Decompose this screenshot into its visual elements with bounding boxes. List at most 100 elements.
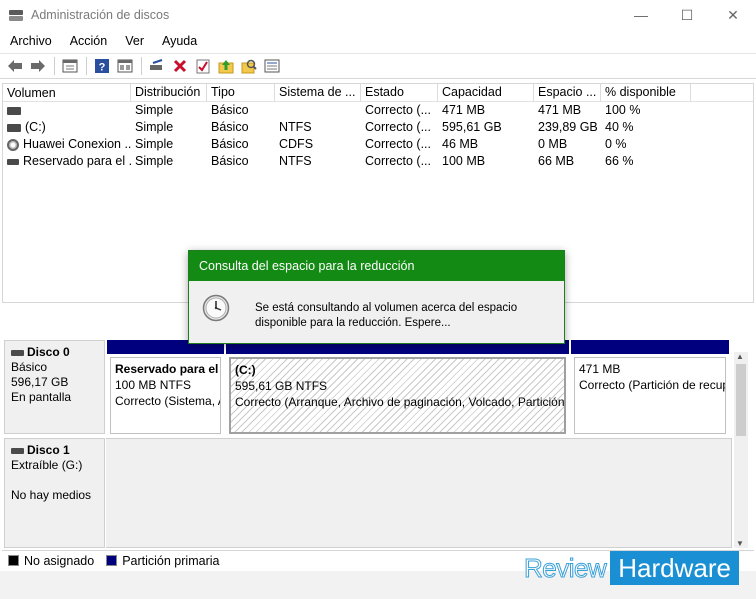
table-row[interactable]: Reservado para el ... Simple Básico NTFS…: [3, 153, 753, 170]
partition-title: Reservado para el s: [115, 362, 221, 376]
table-cell: Correcto (...: [365, 137, 431, 151]
table-cell: Simple: [135, 137, 174, 151]
clock-icon: [202, 294, 230, 322]
view-icon: [117, 59, 133, 73]
column-header-distribucion[interactable]: Distribución: [131, 84, 207, 102]
disk-0-label[interactable]: Disco 0 Básico 596,17 GB En pantalla: [4, 340, 105, 434]
svg-text:?: ?: [99, 62, 106, 74]
disk-size: 596,17 GB: [11, 375, 69, 389]
column-header-sistema[interactable]: Sistema de ...: [275, 84, 361, 102]
partition-status: Correcto (Sistema, A: [115, 394, 221, 408]
cd-icon: [7, 138, 19, 151]
column-header-capacidad[interactable]: Capacidad: [438, 84, 534, 102]
disk-1-row: Disco 1 Extraíble (G:) No hay medios: [2, 438, 732, 548]
toolbar: ?: [0, 53, 756, 79]
column-header-disponible[interactable]: % disponible: [601, 84, 691, 102]
table-cell: CDFS: [279, 137, 314, 151]
table-cell: NTFS: [279, 154, 312, 168]
table-cell: 100 %: [605, 103, 641, 117]
table-cell: 471 MB: [442, 103, 486, 117]
volume-name: Huawei Conexion ...: [23, 137, 131, 151]
dialog-title: Consulta del espacio para la reducción: [189, 251, 564, 281]
disk-0-row: Disco 0 Básico 596,17 GB En pantalla Res…: [2, 340, 732, 436]
disk-icon: [11, 349, 24, 356]
properties-button[interactable]: [59, 55, 81, 77]
menu-accion[interactable]: Acción: [60, 34, 116, 48]
disk-status: En pantalla: [11, 390, 72, 404]
watermark-hardware: Hardware: [610, 551, 739, 585]
table-row[interactable]: (C:) Simple Básico NTFS Correcto (... 59…: [3, 119, 753, 136]
column-header-espacio[interactable]: Espacio ...: [534, 84, 601, 102]
minimize-icon: —: [634, 7, 648, 23]
table-cell: 66 MB: [538, 154, 575, 168]
partition-reserved[interactable]: Reservado para el s 100 MB NTFS Correcto…: [107, 340, 224, 434]
view-button[interactable]: [114, 55, 136, 77]
properties-icon: [62, 59, 78, 73]
back-button[interactable]: [4, 55, 26, 77]
table-cell: Correcto (...: [365, 103, 431, 117]
disk-type: Básico: [11, 360, 48, 374]
delete-icon: [173, 59, 187, 73]
help-button[interactable]: ?: [91, 55, 113, 77]
scrollbar-thumb[interactable]: [736, 364, 746, 436]
partition-size: 100 MB NTFS: [115, 378, 192, 392]
table-cell: NTFS: [279, 120, 312, 134]
table-cell: Básico: [211, 154, 249, 168]
menu-ayuda[interactable]: Ayuda: [152, 34, 205, 48]
table-cell: 471 MB: [538, 103, 582, 117]
up-folder-button[interactable]: [215, 55, 237, 77]
table-cell: Correcto (...: [365, 120, 431, 134]
scroll-down-icon[interactable]: ▼: [736, 539, 744, 548]
menu-archivo[interactable]: Archivo: [0, 34, 60, 48]
forward-button[interactable]: [27, 55, 49, 77]
watermark-review: Review: [523, 552, 607, 583]
scroll-up-icon[interactable]: ▲: [736, 352, 744, 361]
graphical-view-scrollbar[interactable]: ▲ ▼: [734, 352, 748, 548]
table-cell: 100 MB: [442, 154, 486, 168]
list-view-icon: [264, 59, 280, 73]
legend-primary: Partición primaria: [122, 553, 220, 568]
search-folder-button[interactable]: [238, 55, 260, 77]
column-header-estado[interactable]: Estado: [361, 84, 438, 102]
table-row[interactable]: Simple Básico Correcto (... 471 MB 471 M…: [3, 102, 753, 119]
disk-management-icon: [8, 7, 24, 23]
table-cell: 66 %: [605, 154, 634, 168]
partition-status: Correcto (Arranque, Archivo de paginació…: [235, 395, 565, 409]
maximize-button[interactable]: ☐: [664, 0, 710, 30]
partition-recovery[interactable]: 471 MB Correcto (Partición de recup: [571, 340, 729, 434]
table-cell: Correcto (...: [365, 154, 431, 168]
column-header-volumen[interactable]: Volumen: [3, 84, 131, 102]
table-cell: Básico: [211, 103, 249, 117]
partition-status: Correcto (Partición de recup: [579, 378, 726, 392]
search-folder-icon: [241, 59, 257, 74]
menu-ver[interactable]: Ver: [115, 34, 152, 48]
minimize-button[interactable]: —: [618, 0, 664, 30]
table-cell: Simple: [135, 103, 174, 117]
disk-graphical-view: Disco 0 Básico 596,17 GB En pantalla Res…: [2, 338, 732, 549]
forward-arrow-icon: [31, 60, 45, 72]
disk-icon: [7, 158, 19, 165]
partition-c[interactable]: (C:) 595,61 GB NTFS Correcto (Arranque, …: [226, 340, 569, 434]
unallocated-swatch: [8, 555, 19, 566]
disk-icon: [7, 123, 21, 132]
disk-name: Disco 1: [27, 443, 70, 457]
volume-name: Reservado para el ...: [23, 154, 131, 168]
delete-button[interactable]: [169, 55, 191, 77]
connect-icon: [150, 59, 163, 70]
connect-button[interactable]: [146, 55, 168, 77]
shrink-query-dialog: Consulta del espacio para la reducción S…: [188, 250, 565, 344]
disk-1-label[interactable]: Disco 1 Extraíble (G:) No hay medios: [4, 438, 105, 548]
help-icon: ?: [95, 59, 109, 74]
table-cell: Básico: [211, 120, 249, 134]
disk-type: Extraíble (G:): [11, 458, 83, 472]
close-icon: ✕: [727, 6, 739, 23]
column-header-tipo[interactable]: Tipo: [207, 84, 275, 102]
check-button[interactable]: [192, 55, 214, 77]
close-button[interactable]: ✕: [710, 0, 756, 30]
table-cell: Simple: [135, 154, 174, 168]
primary-partition-swatch: [106, 555, 118, 566]
table-row[interactable]: Huawei Conexion ... Simple Básico CDFS C…: [3, 136, 753, 153]
table-cell: 46 MB: [442, 137, 479, 151]
partition-size: 595,61 GB NTFS: [235, 379, 328, 393]
list-view-button[interactable]: [261, 55, 283, 77]
